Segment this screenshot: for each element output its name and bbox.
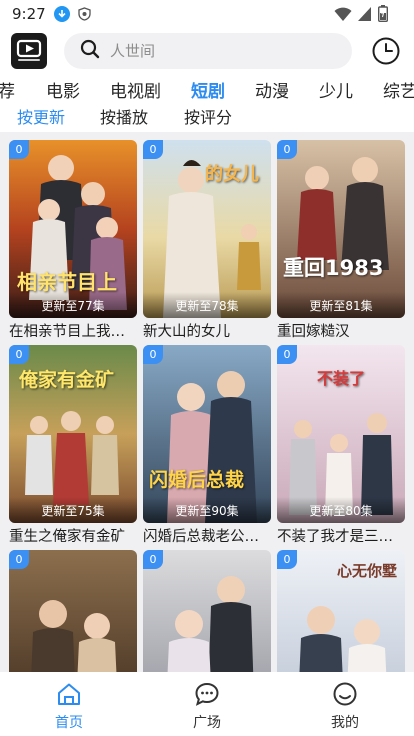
tab-movie[interactable]: 电影	[46, 78, 80, 106]
sort-tabs: 按更新 按播放 按评分	[0, 106, 414, 132]
nav-home[interactable]: 首页	[0, 672, 138, 736]
drama-grid: 相亲节目上 0 更新至77集 在相亲节目上我… 的女儿 0 更新至78集 新大山…	[0, 132, 414, 672]
sort-by-rating[interactable]: 按评分	[184, 106, 232, 130]
poster-text: 重回1983	[283, 256, 384, 280]
tab-kids[interactable]: 少儿	[319, 78, 353, 106]
drama-title[interactable]: 重生之俺家有金矿	[9, 527, 139, 547]
sort-by-plays[interactable]: 按播放	[100, 106, 148, 130]
poster-image: 心无你墅 0	[277, 550, 405, 672]
tab-variety[interactable]: 综艺	[383, 78, 414, 106]
episode-count: 更新至75集	[41, 504, 105, 518]
poster-text: 相亲节目上	[17, 270, 117, 294]
nav-square-label: 广场	[193, 715, 221, 731]
poster-image: 俺家有金矿 0 更新至75集	[9, 345, 137, 523]
nav-mine-label: 我的	[331, 715, 359, 731]
drama-card[interactable]: 重回1983 0 更新至81集 重回嫁糙汉	[277, 140, 405, 342]
tab-tv-series[interactable]: 电视剧	[110, 78, 161, 106]
signal-icon	[358, 6, 372, 26]
tab-short-drama[interactable]: 短剧	[191, 78, 225, 106]
drama-card[interactable]: 俺家有金矿 0 更新至75集 重生之俺家有金矿	[9, 345, 137, 547]
drama-card[interactable]: 闪婚后总裁 0 更新至90集 闪婚后总裁老公…	[143, 345, 271, 547]
poster-image: 闪婚后总裁 0 更新至90集	[143, 345, 271, 523]
drama-card[interactable]: 不装了 0 更新至80集 不装了我才是三…	[277, 345, 405, 547]
drama-card[interactable]: 0	[9, 550, 137, 672]
poster-text: 的女儿	[205, 164, 259, 185]
badge: 0	[9, 345, 29, 364]
poster-image: 相亲节目上 0 更新至77集	[9, 140, 137, 318]
smile-face-icon	[332, 682, 358, 710]
poster-text: 闪婚后总裁	[149, 469, 245, 491]
episode-count: 更新至78集	[175, 299, 239, 313]
status-time: 9:27	[12, 5, 46, 23]
shield-icon	[78, 7, 92, 22]
clock-icon[interactable]	[370, 35, 402, 67]
app-header	[0, 30, 414, 74]
poster-text: 不装了	[317, 369, 366, 388]
bottom-nav: 首页 广场 我的	[0, 672, 414, 736]
badge: 0	[143, 140, 163, 159]
chat-icon	[194, 682, 220, 710]
category-tabs: 荐 电影 电视剧 短剧 动漫 少儿 综艺	[0, 78, 414, 106]
episode-count: 更新至80集	[309, 504, 373, 518]
nav-square[interactable]: 广场	[138, 672, 276, 736]
poster-text: 心无你墅	[337, 562, 398, 580]
nav-mine[interactable]: 我的	[276, 672, 414, 736]
status-bar: 9:27	[0, 0, 414, 28]
poster-image: 的女儿 0 更新至78集	[143, 140, 271, 318]
drama-title[interactable]: 在相亲节目上我…	[9, 322, 139, 342]
drama-card[interactable]: 相亲节目上 0 更新至77集 在相亲节目上我…	[9, 140, 137, 342]
poster-text: 俺家有金矿	[19, 369, 115, 391]
tab-recommend[interactable]: 荐	[0, 78, 15, 106]
search-input[interactable]	[110, 42, 330, 60]
drama-title[interactable]: 不装了我才是三…	[277, 527, 407, 547]
badge: 0	[143, 345, 163, 364]
episode-count: 更新至81集	[309, 299, 373, 313]
episode-count: 更新至90集	[175, 504, 239, 518]
badge: 0	[9, 140, 29, 159]
home-icon	[56, 682, 82, 710]
poster-image: 0	[9, 550, 137, 672]
badge: 0	[277, 140, 297, 159]
drama-card[interactable]: 0	[143, 550, 271, 672]
poster-image: 重回1983 0 更新至81集	[277, 140, 405, 318]
battery-icon	[377, 5, 389, 26]
poster-image: 不装了 0 更新至80集	[277, 345, 405, 523]
drama-card[interactable]: 心无你墅 0	[277, 550, 405, 672]
nav-home-label: 首页	[55, 715, 83, 731]
badge: 0	[277, 550, 297, 569]
tab-anime[interactable]: 动漫	[255, 78, 289, 106]
episode-count: 更新至77集	[41, 299, 105, 313]
badge: 0	[277, 345, 297, 364]
drama-title[interactable]: 新大山的女儿	[143, 322, 273, 342]
drama-card[interactable]: 的女儿 0 更新至78集 新大山的女儿	[143, 140, 271, 342]
drama-title[interactable]: 闪婚后总裁老公…	[143, 527, 273, 547]
poster-image: 0	[143, 550, 271, 672]
search-bar[interactable]	[64, 33, 352, 69]
wifi-icon	[334, 6, 352, 26]
drama-title[interactable]: 重回嫁糙汉	[277, 322, 407, 342]
badge: 0	[9, 550, 29, 569]
search-icon	[80, 39, 100, 63]
play-logo-icon[interactable]	[11, 33, 47, 69]
sort-by-update[interactable]: 按更新	[17, 106, 65, 130]
download-icon	[53, 6, 70, 22]
badge: 0	[143, 550, 163, 569]
